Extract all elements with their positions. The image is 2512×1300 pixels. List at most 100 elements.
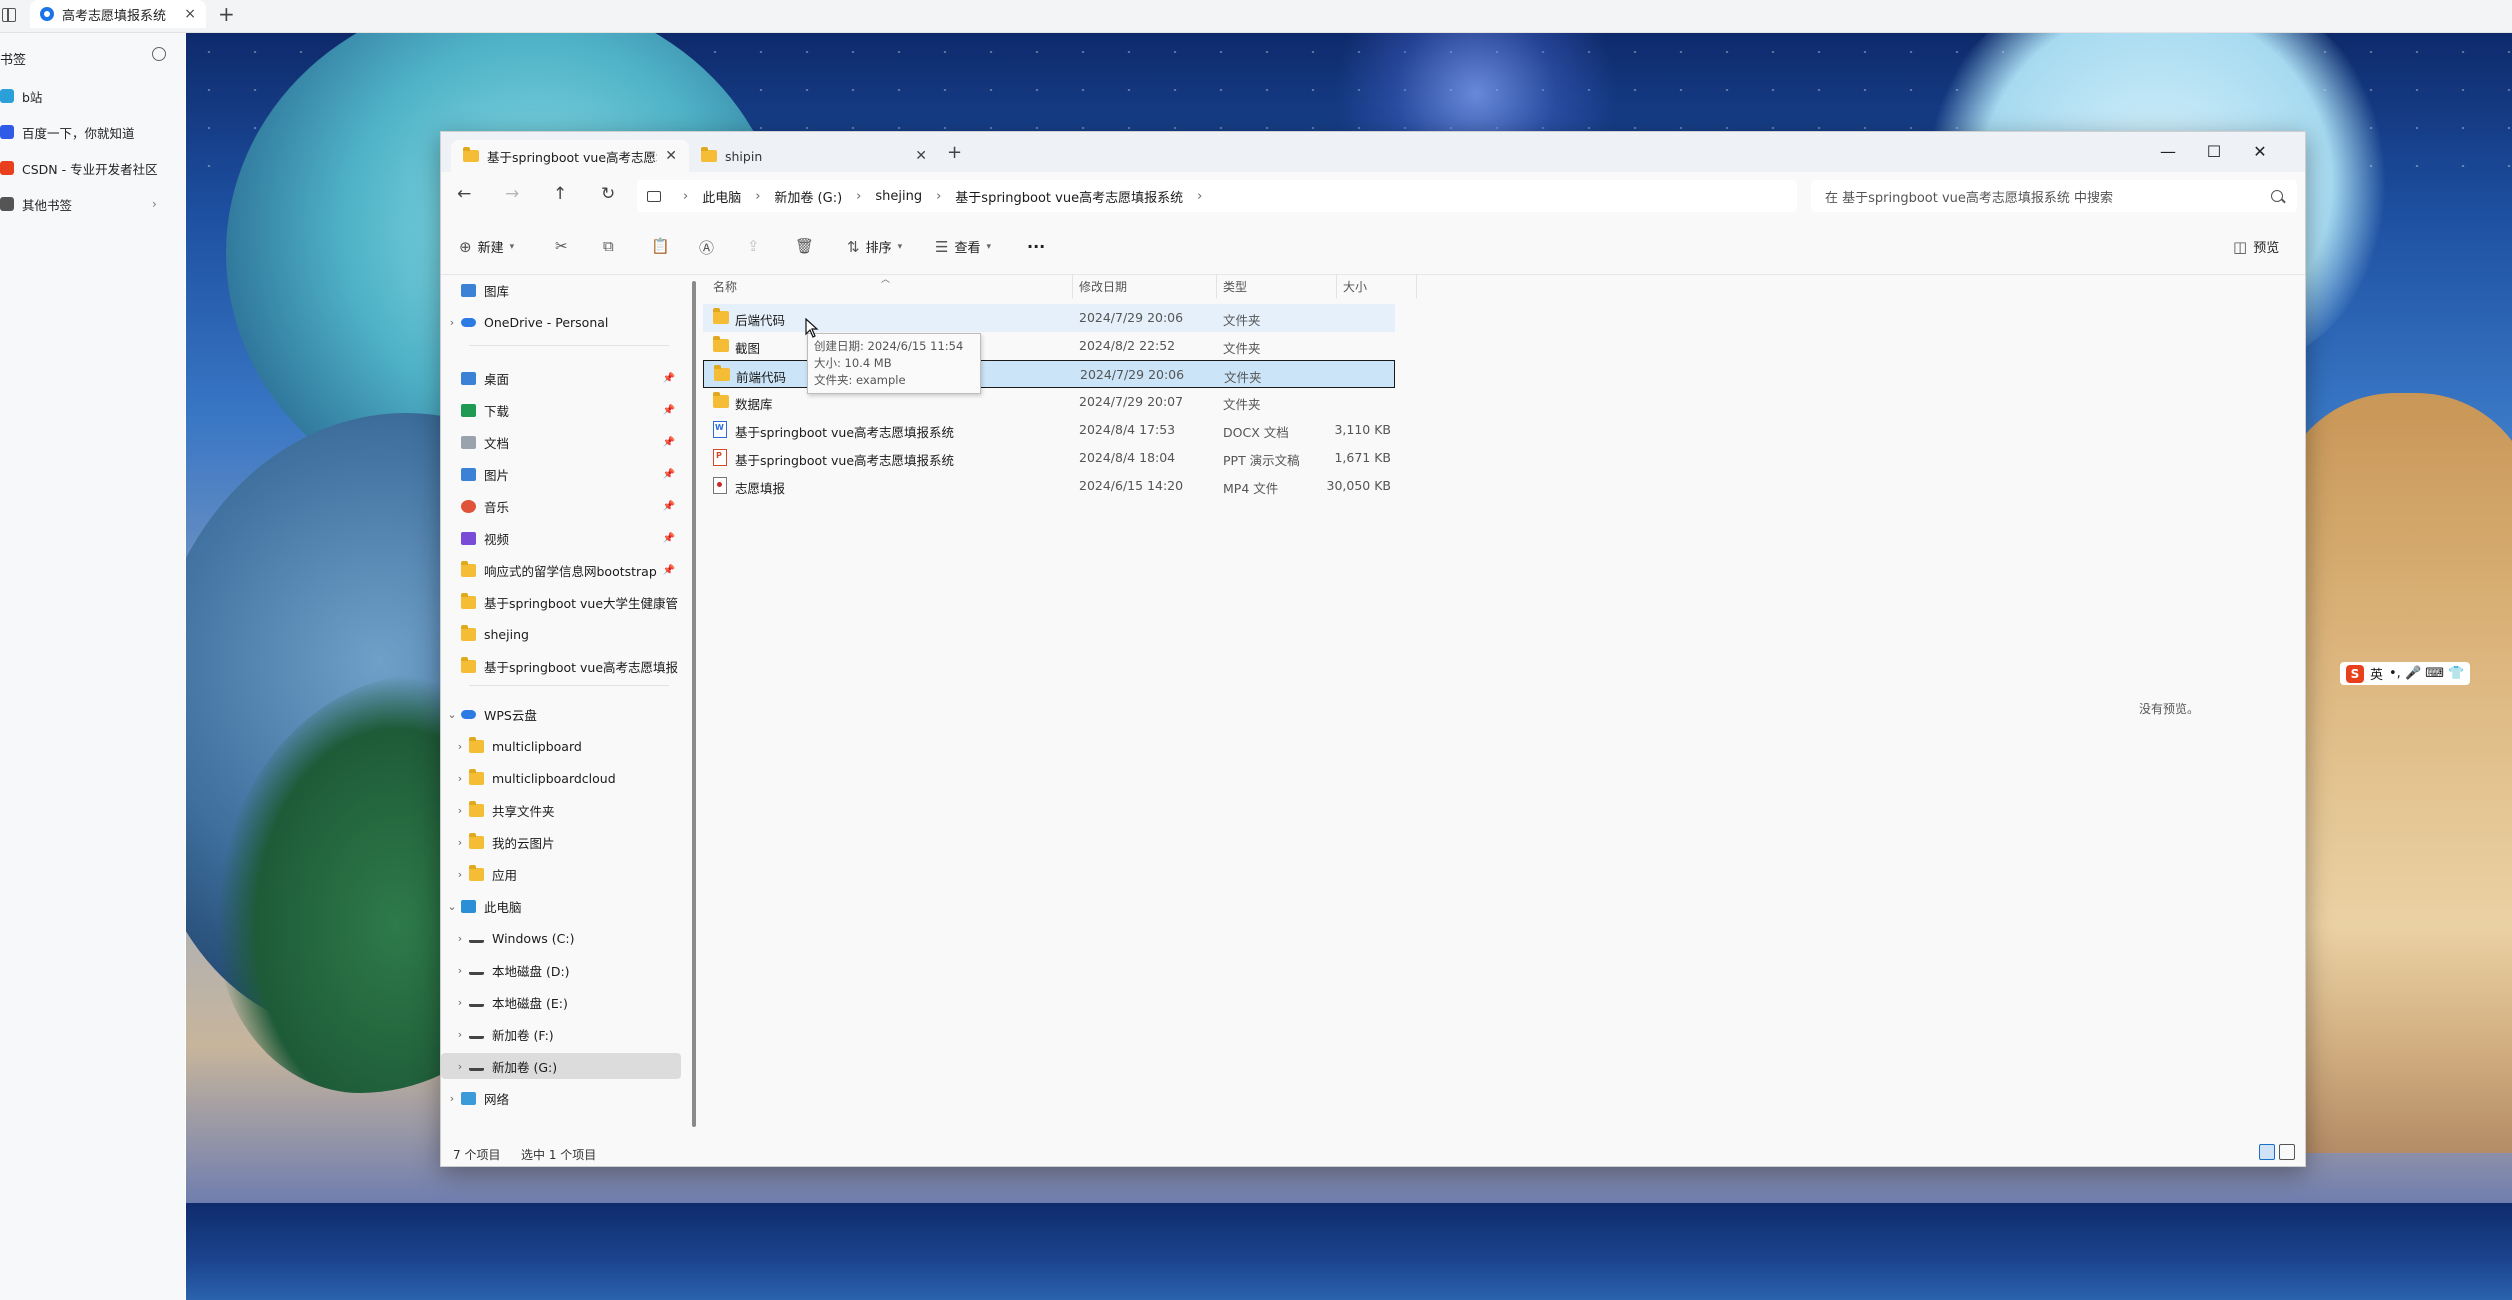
- refresh-icon[interactable]: ↻: [601, 184, 615, 204]
- nav-item[interactable]: › 新加卷 (F:): [441, 1021, 681, 1047]
- rename-button[interactable]: Ⓐ: [699, 237, 714, 258]
- bookmark-item[interactable]: b站: [0, 85, 42, 107]
- minimize-button[interactable]: —: [2145, 136, 2191, 166]
- nav-item[interactable]: › 网络: [441, 1085, 681, 1111]
- ime-toolbar[interactable]: S 英 •, 🎤 ⌨ 👕: [2340, 662, 2471, 685]
- breadcrumb-shejing[interactable]: shejing: [871, 189, 926, 204]
- more-options-button[interactable]: ···: [1027, 237, 1045, 256]
- nav-item[interactable]: 视频 📌: [441, 525, 681, 551]
- close-window-button[interactable]: ✕: [2237, 136, 2283, 166]
- ime-tools[interactable]: •, 🎤 ⌨ 👕: [2389, 666, 2464, 681]
- details-view-icon[interactable]: [2259, 1144, 2275, 1160]
- search-box[interactable]: 在 基于springboot vue高考志愿填报系统 中搜索: [1811, 180, 2297, 212]
- share-button[interactable]: ⇪: [747, 237, 760, 255]
- chevron-right-icon[interactable]: ›: [451, 1028, 469, 1041]
- tiles-view-icon[interactable]: [2279, 1144, 2295, 1160]
- breadcrumb-drive-g[interactable]: 新加卷 (G:): [770, 187, 846, 206]
- browser-tab[interactable]: 高考志愿填报系统 ×: [30, 0, 206, 28]
- close-tab-icon[interactable]: ✕: [665, 148, 677, 164]
- nav-item[interactable]: › 新加卷 (G:): [441, 1053, 681, 1079]
- search-input[interactable]: 在 基于springboot vue高考志愿填报系统 中搜索: [1825, 187, 2271, 206]
- nav-item[interactable]: shejing: [441, 621, 681, 647]
- delete-button[interactable]: 🗑: [795, 237, 814, 255]
- sort-button[interactable]: ⇅ 排序 ▾: [847, 237, 902, 257]
- nav-item[interactable]: › 本地磁盘 (D:): [441, 957, 681, 983]
- new-tab-button[interactable]: +: [218, 2, 235, 26]
- chevron-right-icon[interactable]: ›: [443, 1092, 461, 1105]
- nav-item[interactable]: › 本地磁盘 (E:): [441, 989, 681, 1015]
- chevron-right-icon[interactable]: ›: [451, 964, 469, 977]
- nav-item[interactable]: 文档 📌: [441, 429, 681, 455]
- chevron-right-icon[interactable]: ›: [451, 740, 469, 753]
- chevron-right-icon[interactable]: ›: [451, 996, 469, 1009]
- chevron-right-icon[interactable]: ›: [926, 189, 951, 204]
- breadcrumb-this-pc[interactable]: 此电脑: [698, 187, 745, 206]
- preview-pane-button[interactable]: ◫ 预览: [2233, 237, 2279, 257]
- nav-item-label: 响应式的留学信息网bootstrap: [484, 563, 657, 579]
- chevron-down-icon[interactable]: ⌄: [443, 708, 461, 721]
- nav-item[interactable]: 桌面 📌: [441, 365, 681, 391]
- chevron-right-icon[interactable]: ›: [451, 836, 469, 849]
- sidebar-toggle-icon[interactable]: [2, 8, 16, 22]
- chevron-right-icon[interactable]: ›: [451, 868, 469, 881]
- nav-item[interactable]: 基于springboot vue高考志愿填报: [441, 653, 681, 679]
- ime-language[interactable]: 英: [2370, 664, 2383, 683]
- chevron-right-icon[interactable]: ›: [451, 804, 469, 817]
- bookmark-item[interactable]: CSDN - 专业开发者社区: [0, 157, 158, 179]
- file-row[interactable]: 基于springboot vue高考志愿填报系统 2024/8/4 18:04 PP…: [703, 444, 1395, 472]
- file-row[interactable]: 志愿填报 2024/6/15 14:20 MP4 文件 30,050 KB: [703, 472, 1395, 500]
- search-icon[interactable]: [2271, 190, 2283, 202]
- nav-item[interactable]: › 共享文件夹: [441, 797, 681, 823]
- chevron-right-icon[interactable]: ›: [152, 197, 157, 211]
- close-tab-icon[interactable]: ✕: [915, 148, 927, 164]
- nav-item[interactable]: › 应用: [441, 861, 681, 887]
- nav-item[interactable]: ⌄ WPS云盘: [441, 701, 681, 727]
- explorer-new-tab-button[interactable]: +: [947, 142, 962, 163]
- nav-item[interactable]: › OneDrive - Personal: [441, 309, 681, 335]
- cut-button[interactable]: ✂: [555, 237, 568, 255]
- nav-item[interactable]: 基于springboot vue大学生健康管: [441, 589, 681, 615]
- nav-item[interactable]: › Windows (C:): [441, 925, 681, 951]
- chevron-right-icon[interactable]: ›: [451, 772, 469, 785]
- forward-arrow-icon[interactable]: →: [505, 184, 519, 204]
- navigation-scrollbar[interactable]: [691, 275, 697, 1133]
- address-bar[interactable]: › 此电脑 › 新加卷 (G:) › shejing › 基于springboo…: [637, 180, 1797, 212]
- nav-item[interactable]: ⌄ 此电脑: [441, 893, 681, 919]
- up-arrow-icon[interactable]: ↑: [553, 184, 567, 204]
- column-header-size[interactable]: 大小: [1337, 274, 1417, 298]
- nav-item[interactable]: 图库: [441, 277, 681, 303]
- view-button[interactable]: ☰ 查看 ▾: [935, 237, 991, 257]
- network-icon: [461, 1091, 476, 1105]
- chevron-right-icon[interactable]: ›: [451, 932, 469, 945]
- nav-item[interactable]: › multiclipboard: [441, 733, 681, 759]
- paste-button[interactable]: 📋: [651, 237, 670, 255]
- chevron-right-icon[interactable]: ›: [673, 189, 698, 204]
- new-button[interactable]: ⊕ 新建 ▾: [459, 237, 514, 257]
- file-row[interactable]: 基于springboot vue高考志愿填报系统 2024/8/4 17:53 DO…: [703, 416, 1395, 444]
- column-header-date[interactable]: 修改日期: [1073, 274, 1217, 298]
- close-tab-icon[interactable]: ×: [184, 6, 196, 22]
- nav-item[interactable]: › multiclipboardcloud: [441, 765, 681, 791]
- nav-item[interactable]: 下载 📌: [441, 397, 681, 423]
- chevron-down-icon[interactable]: ⌄: [443, 900, 461, 913]
- explorer-tab-active[interactable]: 基于springboot vue高考志愿填 ✕: [451, 140, 689, 172]
- chevron-right-icon[interactable]: ›: [1187, 189, 1212, 204]
- bookmark-item[interactable]: 其他书签 ›: [0, 193, 157, 215]
- bookmarks-settings-icon[interactable]: [152, 47, 166, 61]
- maximize-button[interactable]: ☐: [2191, 136, 2237, 166]
- column-header-type[interactable]: 类型: [1217, 274, 1337, 298]
- scrollbar-thumb[interactable]: [692, 281, 696, 1127]
- bookmark-item[interactable]: 百度一下，你就知道: [0, 121, 135, 143]
- chevron-right-icon[interactable]: ›: [846, 189, 871, 204]
- breadcrumb-current-folder[interactable]: 基于springboot vue高考志愿填报系统: [951, 187, 1187, 206]
- chevron-right-icon[interactable]: ›: [745, 189, 770, 204]
- nav-item[interactable]: 音乐 📌: [441, 493, 681, 519]
- nav-item[interactable]: 图片 📌: [441, 461, 681, 487]
- chevron-right-icon[interactable]: ›: [443, 316, 461, 329]
- back-arrow-icon[interactable]: ←: [457, 184, 471, 204]
- nav-item[interactable]: › 我的云图片: [441, 829, 681, 855]
- explorer-tab-shipin[interactable]: shipin ✕: [689, 140, 939, 172]
- copy-button[interactable]: ⧉: [603, 237, 614, 255]
- nav-item[interactable]: 响应式的留学信息网bootstrap 📌: [441, 557, 681, 583]
- chevron-right-icon[interactable]: ›: [451, 1060, 469, 1073]
